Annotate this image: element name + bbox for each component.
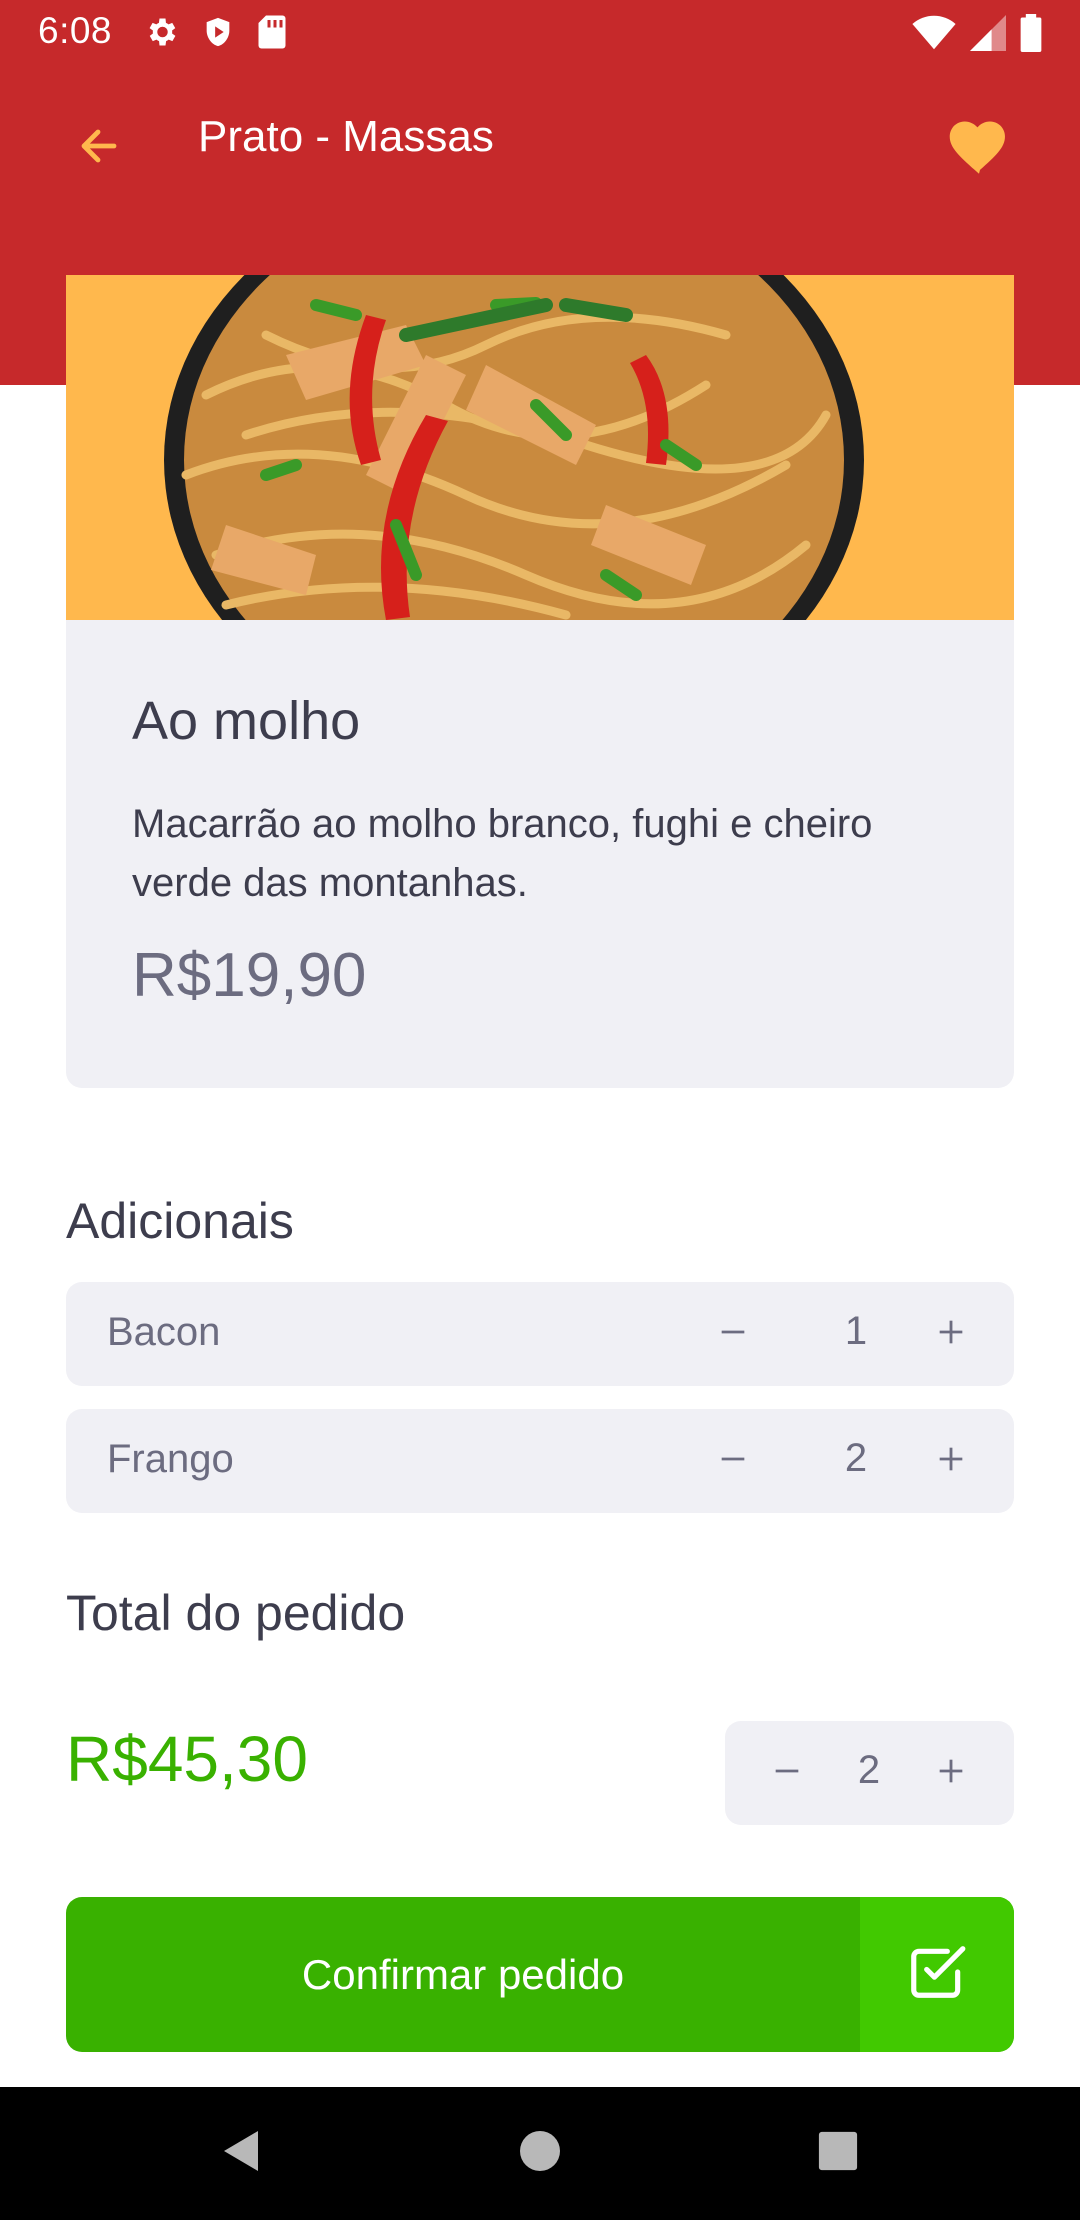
plus-icon <box>934 1442 968 1481</box>
product-description: Macarrão ao molho branco, fughi e cheiro… <box>132 802 873 905</box>
system-navigation-bar <box>0 2087 1080 2220</box>
status-bar: 6:08 <box>0 0 1080 66</box>
order-total-title: Total do pedido <box>66 1585 406 1641</box>
confirm-order-button[interactable]: Confirmar pedido <box>66 1897 1014 2052</box>
product-price: R$19,90 <box>132 941 367 1010</box>
nav-home-button[interactable] <box>510 2123 570 2183</box>
check-square-icon <box>906 1941 968 2008</box>
nav-recents-button[interactable] <box>808 2123 868 2183</box>
minus-icon <box>716 1442 750 1481</box>
nav-back-button[interactable] <box>210 2123 270 2183</box>
extra-item-quantity: 2 <box>844 1436 868 1480</box>
home-circle-icon <box>518 2129 562 2178</box>
extra-item-name: Bacon <box>107 1310 221 1354</box>
increase-quantity-button[interactable] <box>921 1743 981 1803</box>
extra-item-bacon: Bacon 1 <box>66 1282 1014 1386</box>
plus-icon <box>934 1754 968 1793</box>
favorite-button[interactable] <box>944 114 1014 184</box>
product-info-card: Ao molho Macarrão ao molho branco, fughi… <box>66 620 1014 1088</box>
extra-item-quantity: 1 <box>844 1309 868 1353</box>
back-button[interactable] <box>66 116 130 180</box>
decrease-quantity-button[interactable] <box>757 1743 817 1803</box>
arrow-left-icon <box>74 122 122 175</box>
status-time: 6:08 <box>38 10 113 51</box>
order-quantity: 2 <box>857 1748 881 1792</box>
battery-icon <box>1020 14 1042 57</box>
plus-icon <box>934 1315 968 1354</box>
back-triangle-icon <box>218 2127 262 2180</box>
pasta-dish-image <box>66 275 1014 620</box>
decrease-button[interactable] <box>703 1304 763 1364</box>
heart-icon <box>948 119 1010 180</box>
gear-icon <box>143 14 179 55</box>
page-title: Prato - Massas <box>198 112 494 161</box>
wifi-icon <box>912 15 956 56</box>
recents-square-icon <box>817 2130 859 2177</box>
order-quantity-stepper: 2 <box>725 1721 1014 1825</box>
signal-icon <box>970 15 1006 56</box>
increase-button[interactable] <box>921 1431 981 1491</box>
minus-icon <box>716 1315 750 1354</box>
extra-item-name: Frango <box>107 1437 234 1481</box>
app-bar: Prato - Massas <box>0 66 1080 216</box>
product-name: Ao molho <box>132 691 361 751</box>
minus-icon <box>770 1754 804 1793</box>
extra-item-frango: Frango 2 <box>66 1409 1014 1513</box>
sd-card-icon <box>257 14 287 55</box>
increase-button[interactable] <box>921 1304 981 1364</box>
confirm-order-label: Confirmar pedido <box>301 1950 625 1998</box>
decrease-button[interactable] <box>703 1431 763 1491</box>
shield-play-icon <box>201 14 235 55</box>
order-total-value: R$45,30 <box>66 1723 308 1795</box>
extras-title: Adicionais <box>66 1193 294 1249</box>
